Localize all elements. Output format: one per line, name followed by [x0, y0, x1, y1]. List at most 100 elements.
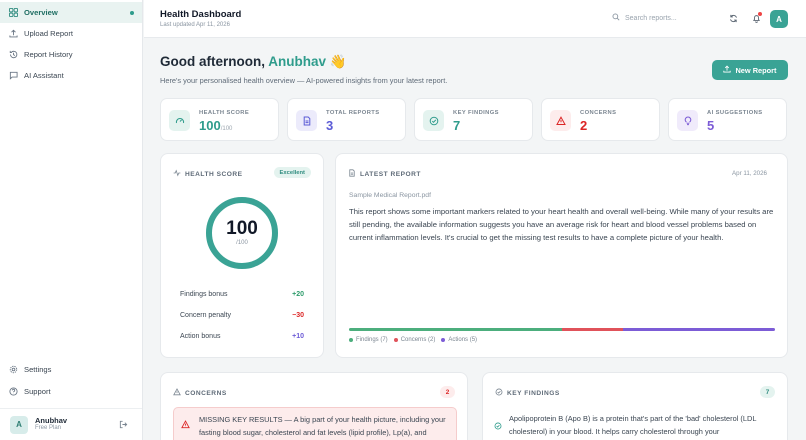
report-summary: This report shows some important markers… [349, 207, 774, 242]
legend-label: Actions (5) [448, 337, 478, 343]
greeting: Good afternoon, Anubhav 👋 [160, 54, 347, 70]
stat-suffix: /100 [220, 126, 233, 132]
stat-card-total-reports[interactable]: TOTAL REPORTS 3 [287, 98, 406, 141]
concerns-count-badge: 2 [440, 386, 455, 398]
report-filename[interactable]: Sample Medical Report.pdf [349, 192, 431, 199]
card-header: KEY FINDINGS [495, 388, 560, 398]
stat-label: TOTAL REPORTS [326, 110, 380, 116]
warning-icon [550, 110, 571, 131]
document-icon [348, 169, 356, 179]
row-label: Findings bonus [180, 291, 228, 298]
check-circle-icon [495, 388, 503, 398]
card-title: LATEST REPORT [360, 170, 421, 178]
distribution-segment [349, 328, 562, 331]
score-row-concerns: Concern penalty −30 [180, 312, 304, 319]
search-placeholder: Search reports... [625, 14, 677, 22]
warning-icon [181, 416, 190, 434]
legend-item-actions: Actions (5) [441, 337, 477, 343]
stat-value: 7 [453, 118, 461, 133]
active-indicator [130, 10, 134, 15]
check-circle-icon [423, 110, 444, 131]
header-avatar[interactable]: A [770, 10, 788, 28]
key-findings-card: KEY FINDINGS 7 Apolipoprotein B (Apo B) … [482, 372, 788, 440]
search-icon [612, 13, 620, 23]
stat-label: HEALTH SCORE [199, 110, 250, 116]
refresh-icon [729, 10, 738, 28]
stat-number: 100 [199, 118, 221, 133]
new-report-label: New Report [735, 65, 777, 75]
row-value: +10 [292, 333, 304, 340]
sidebar-item-label: AI Assistant [24, 71, 64, 80]
row-value: +20 [292, 291, 304, 298]
stat-card-key-findings[interactable]: KEY FINDINGS 7 [414, 98, 533, 141]
top-header: Health Dashboard Last updated Apr 11, 20… [144, 0, 806, 38]
grid-icon [8, 8, 18, 18]
check-circle-icon [494, 417, 502, 435]
stat-value: 2 [580, 118, 588, 133]
sidebar-item-overview[interactable]: Overview [0, 2, 142, 23]
sidebar-item-support[interactable]: Support [0, 380, 142, 402]
finding-text: Apolipoprotein B (Apo B) is a protein th… [509, 414, 757, 436]
row-value: −30 [292, 312, 304, 319]
legend-dot [393, 338, 398, 342]
notifications-button[interactable] [749, 12, 763, 26]
legend-dot [349, 338, 353, 342]
stat-card-ai-suggestions[interactable]: AI SUGGESTIONS 5 [668, 98, 787, 141]
warning-icon [173, 388, 181, 398]
stat-value: 100/100 [199, 118, 232, 133]
card-title: KEY FINDINGS [507, 389, 560, 397]
score-row-findings: Findings bonus +20 [180, 291, 304, 298]
page-title: Health Dashboard [160, 9, 242, 20]
stat-label: CONCERNS [580, 110, 617, 116]
sidebar-item-label: Report History [24, 50, 73, 59]
sidebar-item-ai-assistant[interactable]: AI Assistant [0, 65, 142, 86]
sidebar: Overview Upload Report Report History AI… [0, 0, 143, 440]
findings-count-badge: 7 [760, 386, 775, 398]
stat-label: KEY FINDINGS [453, 110, 499, 116]
stat-card-health-score[interactable]: HEALTH SCORE 100/100 [160, 98, 279, 141]
refresh-button[interactable] [726, 12, 740, 26]
card-title: HEALTH SCORE [185, 170, 243, 178]
status-badge: Excellent [273, 167, 311, 178]
distribution-segment [622, 328, 775, 331]
score-row-actions: Action bonus +10 [180, 333, 304, 340]
sidebar-item-label: Upload Report [24, 29, 73, 38]
sidebar-item-label: Support [24, 386, 51, 396]
card-header: HEALTH SCORE [173, 169, 243, 179]
user-plan: Free Plan [35, 425, 62, 432]
sidebar-bottom-nav: Settings Support [0, 358, 142, 402]
score-value: 100 [226, 218, 258, 239]
stat-value: 3 [326, 118, 334, 133]
sidebar-item-settings[interactable]: Settings [0, 358, 142, 380]
concerns-card: CONCERNS 2 MISSING KEY RESULTS — A big p… [160, 372, 468, 440]
card-header: CONCERNS [173, 388, 227, 398]
upload-icon [723, 65, 732, 75]
logout-icon[interactable] [119, 420, 128, 431]
distribution-legend: Findings (7) Concerns (2) Actions (5) [349, 337, 483, 343]
stat-card-concerns[interactable]: CONCERNS 2 [541, 98, 660, 141]
concern-item[interactable]: MISSING KEY RESULTS — A big part of your… [173, 407, 457, 440]
search-input[interactable]: Search reports... [612, 13, 677, 23]
health-score-card: HEALTH SCORE Excellent 100 /100 Findings… [160, 153, 324, 358]
row-label: Action bonus [180, 333, 221, 340]
document-icon [296, 110, 317, 131]
latest-report-card[interactable]: LATEST REPORT Apr 11, 2026 Sample Medica… [335, 153, 788, 358]
avatar: A [10, 415, 28, 434]
sidebar-nav: Overview Upload Report Report History AI… [0, 0, 142, 88]
user-profile[interactable]: A Anubhav Free Plan [0, 408, 142, 440]
greeting-subtitle: Here's your personalised health overview… [160, 76, 448, 85]
stat-label: AI SUGGESTIONS [707, 110, 763, 116]
new-report-button[interactable]: New Report [712, 60, 788, 80]
sidebar-item-label: Settings [24, 364, 52, 374]
report-date: Apr 11, 2026 [732, 170, 767, 177]
lightbulb-icon [677, 110, 698, 131]
greeting-name: Anubhav [268, 54, 327, 69]
sidebar-item-report-history[interactable]: Report History [0, 44, 142, 65]
notification-dot [758, 12, 762, 16]
card-header: LATEST REPORT [348, 169, 421, 179]
upload-icon [8, 29, 18, 39]
legend-label: Findings (7) [356, 337, 388, 343]
activity-icon [173, 169, 181, 179]
gauge-icon [169, 110, 190, 131]
sidebar-item-upload-report[interactable]: Upload Report [0, 23, 142, 44]
